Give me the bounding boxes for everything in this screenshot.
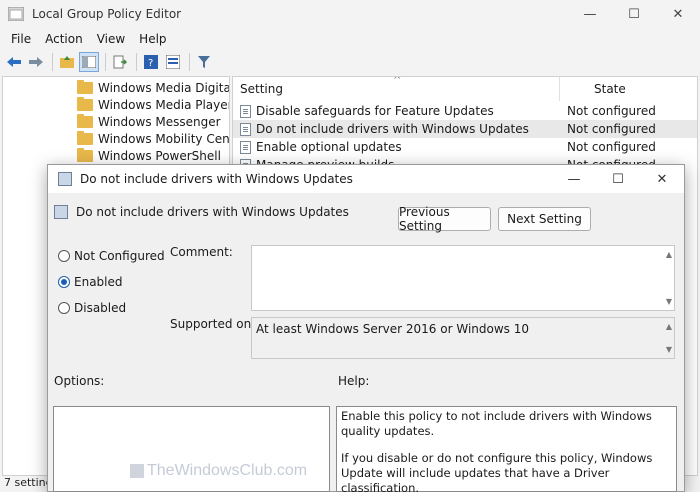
toolbar-separator bbox=[105, 53, 106, 71]
policy-icon bbox=[58, 172, 72, 186]
options-label: Options: bbox=[54, 374, 105, 388]
folder-icon bbox=[77, 130, 93, 145]
properties-icon[interactable] bbox=[163, 52, 183, 72]
comment-label: Comment: bbox=[170, 245, 233, 259]
supported-on-label: Supported on: bbox=[170, 317, 256, 331]
export-list-icon[interactable] bbox=[110, 52, 130, 72]
folder-icon bbox=[77, 79, 93, 94]
dialog-titlebar: Do not include drivers with Windows Upda… bbox=[48, 165, 684, 193]
table-row[interactable]: Disable safeguards for Feature Updates No… bbox=[233, 102, 697, 120]
sort-arrow-icon: ^ bbox=[393, 76, 402, 86]
toolbar: ? bbox=[0, 50, 700, 74]
minimize-button[interactable]: — bbox=[568, 0, 612, 28]
radio-disabled[interactable]: Disabled bbox=[58, 301, 126, 315]
forward-arrow-icon[interactable] bbox=[26, 52, 46, 72]
help-text: Enable this policy to not include driver… bbox=[341, 409, 661, 492]
scroll-up-icon[interactable]: ▲ bbox=[666, 322, 672, 331]
dialog-minimize-button[interactable]: — bbox=[552, 165, 596, 193]
column-header-state[interactable]: State bbox=[594, 77, 626, 101]
menubar: File Action View Help bbox=[0, 28, 700, 50]
help-label: Help: bbox=[338, 374, 370, 388]
help-icon[interactable]: ? bbox=[141, 52, 161, 72]
policy-name: Do not include drivers with Windows Upda… bbox=[76, 205, 349, 219]
help-panel[interactable]: Enable this policy to not include driver… bbox=[336, 406, 677, 492]
filter-icon[interactable] bbox=[194, 52, 214, 72]
table-row[interactable]: Do not include drivers with Windows Upda… bbox=[233, 120, 697, 138]
dialog-maximize-button[interactable]: ☐ bbox=[596, 165, 640, 193]
watermark-logo-icon bbox=[130, 464, 144, 478]
tree-item[interactable]: Windows Media Digital bbox=[77, 79, 229, 96]
column-divider bbox=[559, 77, 560, 101]
window-title: Local Group Policy Editor bbox=[32, 7, 182, 21]
tree-item[interactable]: Windows PowerShell bbox=[77, 147, 221, 164]
scroll-down-icon[interactable]: ▼ bbox=[666, 297, 672, 306]
dialog-close-button[interactable]: ✕ bbox=[640, 165, 684, 193]
policy-setting-icon bbox=[240, 122, 251, 136]
folder-icon bbox=[77, 113, 93, 128]
menu-help[interactable]: Help bbox=[132, 32, 173, 46]
previous-setting-button[interactable]: Previous Setting bbox=[398, 205, 491, 233]
watermark: TheWindowsClub.com bbox=[130, 462, 307, 480]
radio-circle-checked[interactable] bbox=[58, 276, 70, 288]
supported-on-value: At least Windows Server 2016 or Windows … bbox=[251, 317, 675, 359]
toolbar-separator bbox=[189, 53, 190, 71]
supported-on-text: At least Windows Server 2016 or Windows … bbox=[256, 322, 529, 336]
gpedit-icon bbox=[8, 7, 24, 21]
toolbar-separator bbox=[136, 53, 137, 71]
tree-item[interactable]: Windows Media Player bbox=[77, 96, 229, 113]
radio-enabled[interactable]: Enabled bbox=[58, 275, 123, 289]
menu-action[interactable]: Action bbox=[38, 32, 90, 46]
policy-setting-icon bbox=[240, 104, 251, 118]
scroll-down-icon[interactable]: ▼ bbox=[666, 345, 672, 354]
next-setting-button[interactable]: Next Setting bbox=[498, 207, 591, 231]
policy-icon bbox=[54, 205, 68, 219]
menu-file[interactable]: File bbox=[4, 32, 38, 46]
watermark-text: TheWindowsClub.com bbox=[147, 462, 308, 479]
radio-circle[interactable] bbox=[58, 250, 70, 262]
help-paragraph: If you disable or do not configure this … bbox=[341, 451, 653, 492]
policy-heading: Do not include drivers with Windows Upda… bbox=[54, 205, 349, 219]
tree-item[interactable]: Windows Mobility Cent bbox=[77, 130, 229, 147]
table-row[interactable]: Enable optional updates Not configured bbox=[233, 138, 697, 156]
show-hide-tree-icon[interactable] bbox=[79, 52, 99, 72]
toolbar-separator bbox=[52, 53, 53, 71]
help-paragraph: Enable this policy to not include driver… bbox=[341, 409, 652, 438]
policy-setting-icon bbox=[240, 140, 251, 154]
scroll-up-icon[interactable]: ▲ bbox=[666, 250, 672, 259]
folder-icon bbox=[77, 147, 93, 162]
svg-text:?: ? bbox=[148, 58, 153, 69]
menu-view[interactable]: View bbox=[90, 32, 132, 46]
radio-not-configured[interactable]: Not Configured bbox=[58, 249, 165, 263]
maximize-button[interactable]: ☐ bbox=[612, 0, 656, 28]
column-header-setting[interactable]: Setting bbox=[240, 77, 283, 101]
back-arrow-icon[interactable] bbox=[4, 52, 24, 72]
radio-circle[interactable] bbox=[58, 302, 70, 314]
policy-dialog: Do not include drivers with Windows Upda… bbox=[47, 164, 685, 492]
main-titlebar: Local Group Policy Editor — ☐ ✕ bbox=[0, 0, 700, 28]
close-button[interactable]: ✕ bbox=[656, 0, 700, 28]
dialog-title: Do not include drivers with Windows Upda… bbox=[80, 172, 353, 186]
tree-item[interactable]: Windows Messenger bbox=[77, 113, 221, 130]
up-folder-icon[interactable] bbox=[57, 52, 77, 72]
comment-input[interactable]: ▲ ▼ bbox=[251, 245, 675, 311]
folder-icon bbox=[77, 96, 93, 111]
